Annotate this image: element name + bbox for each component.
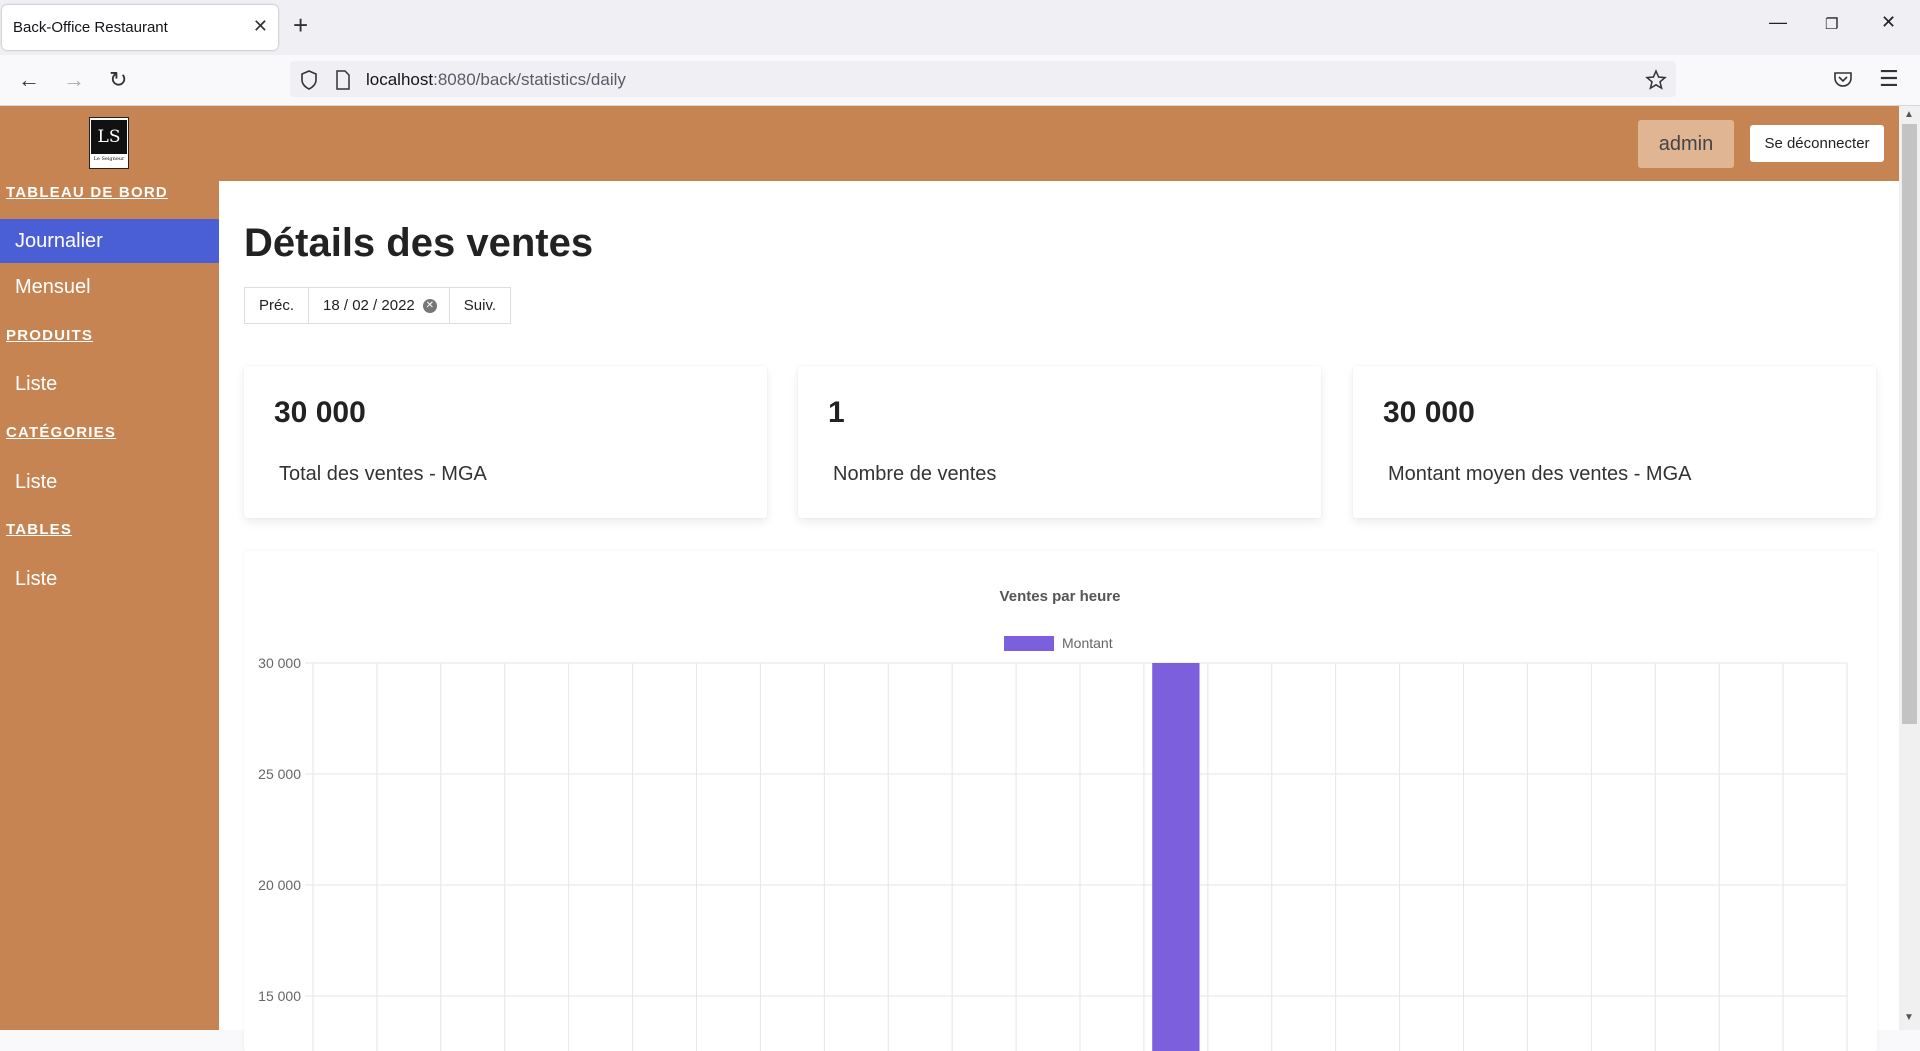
app-header: LS Le Seigneur admin Se déconnecter: [0, 106, 1899, 181]
browser-tab[interactable]: Back-Office Restaurant ✕: [2, 5, 278, 50]
stat-value: 1: [828, 396, 845, 429]
close-tab-icon[interactable]: ✕: [253, 16, 268, 37]
y-tick-label: 20 000: [258, 877, 301, 893]
y-tick-label: 30 000: [258, 655, 301, 671]
scroll-down-icon[interactable]: ▼: [1904, 1012, 1914, 1023]
browser-tab-bar: Back-Office Restaurant ✕ + — ❐ ✕: [0, 0, 1920, 55]
user-badge[interactable]: admin: [1638, 120, 1734, 168]
restore-icon[interactable]: ❐: [1825, 15, 1838, 33]
y-tick-label: 15 000: [258, 988, 301, 1004]
scroll-thumb[interactable]: [1902, 124, 1917, 724]
menu-icon[interactable]: ☰: [1879, 66, 1899, 92]
stat-value: 30 000: [274, 396, 366, 429]
stat-card-count: 1 Nombre de ventes: [798, 366, 1321, 518]
page-scrollbar[interactable]: ▲ ▼: [1899, 106, 1920, 1030]
main-content: Détails des ventes Préc. 18 / 02 / 2022 …: [219, 181, 1899, 1051]
date-value: 18 / 02 / 2022: [323, 297, 415, 314]
y-tick-label: 25 000: [258, 766, 301, 782]
window-close-icon[interactable]: ✕: [1881, 12, 1896, 33]
reload-icon[interactable]: ↻: [109, 67, 127, 93]
sidebar-section-produits[interactable]: PRODUITS: [6, 327, 93, 344]
logo[interactable]: LS Le Seigneur: [89, 117, 129, 169]
forward-icon[interactable]: →: [63, 67, 85, 93]
clear-date-icon[interactable]: ✕: [422, 298, 437, 313]
sales-by-hour-chart: Ventes par heure Montant 30 000 25 000 20 00…: [258, 588, 1848, 1051]
sidebar-item-tables-liste[interactable]: Liste: [0, 557, 219, 601]
sidebar-section-categories[interactable]: CATÉGORIES: [6, 424, 116, 441]
stat-label: Nombre de ventes: [833, 463, 997, 485]
prev-day-button[interactable]: Préc.: [244, 287, 310, 324]
sidebar-item-categories-liste[interactable]: Liste: [0, 460, 219, 504]
url-path: :8080/back/statistics/daily: [433, 70, 626, 89]
bookmark-star-icon[interactable]: [1645, 69, 1667, 91]
scroll-up-icon[interactable]: ▲: [1904, 109, 1914, 120]
next-day-button[interactable]: Suiv.: [448, 287, 511, 324]
shield-icon[interactable]: [300, 70, 318, 90]
sales-chart-card: Ventes par heure Montant 30 000 25 000 20 00…: [244, 551, 1877, 1051]
new-tab-icon[interactable]: +: [293, 10, 308, 41]
stat-value: 30 000: [1383, 396, 1475, 429]
logout-button[interactable]: Se déconnecter: [1750, 125, 1884, 162]
page-title: Détails des ventes: [244, 221, 594, 265]
url-host: localhost: [366, 70, 434, 89]
back-icon[interactable]: ←: [18, 67, 40, 93]
date-navigation: Préc. 18 / 02 / 2022 ✕ Suiv.: [244, 287, 511, 324]
sidebar-section-dashboard[interactable]: TABLEAU DE BORD: [6, 184, 168, 201]
bar-13: [1152, 663, 1200, 1051]
sidebar-item-mensuel[interactable]: Mensuel: [0, 265, 219, 309]
url-text[interactable]: localhost:8080/back/statistics/daily: [366, 70, 626, 90]
sidebar-item-produits-liste[interactable]: Liste: [0, 362, 219, 406]
sidebar: TABLEAU DE BORD Journalier Mensuel PRODU…: [0, 181, 219, 1030]
legend-label: Montant: [1062, 635, 1113, 651]
legend-swatch: [1004, 636, 1054, 651]
stat-card-total: 30 000 Total des ventes - MGA: [244, 366, 767, 518]
stat-card-average: 30 000 Montant moyen des ventes - MGA: [1353, 366, 1876, 518]
sidebar-section-tables[interactable]: TABLES: [6, 521, 72, 538]
pocket-icon[interactable]: [1833, 69, 1853, 89]
browser-nav-bar: ← → ↻ localhost:8080/back/statistics/dai…: [0, 55, 1920, 106]
minimize-icon[interactable]: —: [1769, 12, 1787, 33]
stat-label: Montant moyen des ventes - MGA: [1388, 463, 1692, 485]
chart-title: Ventes par heure: [1000, 588, 1121, 605]
date-picker[interactable]: 18 / 02 / 2022 ✕: [308, 287, 450, 324]
stat-label: Total des ventes - MGA: [279, 463, 487, 485]
sidebar-item-journalier[interactable]: Journalier: [0, 219, 219, 263]
page-icon: [336, 70, 350, 90]
logo-text: Le Seigneur: [93, 156, 125, 162]
logo-mark: LS: [91, 120, 127, 154]
address-bar[interactable]: localhost:8080/back/statistics/daily: [290, 61, 1676, 97]
tab-title: Back-Office Restaurant: [13, 19, 168, 36]
